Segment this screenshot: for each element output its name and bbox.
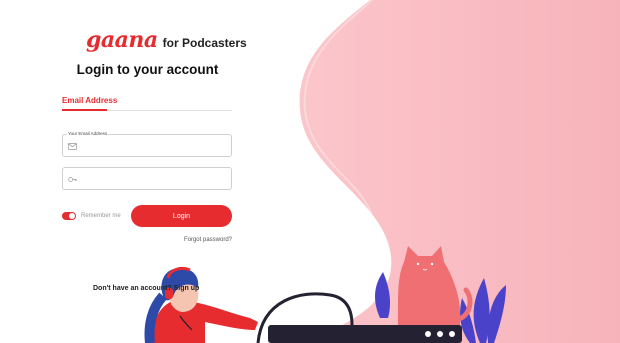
email-field[interactable]: Your Email Address xyxy=(62,130,232,157)
toggle-knob xyxy=(69,213,75,219)
cat-figure xyxy=(398,246,473,330)
remember-me-label: Remember me xyxy=(81,213,121,219)
key-icon xyxy=(68,177,77,182)
password-input[interactable] xyxy=(81,170,226,187)
mail-icon xyxy=(68,142,77,151)
pink-blob xyxy=(299,0,620,343)
password-field[interactable] xyxy=(62,167,232,190)
plant-leaves xyxy=(374,272,506,343)
brand-logo[interactable]: gaana for Podcasters xyxy=(86,27,247,53)
gaana-logo: gaana xyxy=(86,27,158,53)
forgot-password-link[interactable]: Forgot password? xyxy=(150,237,232,243)
woman-figure xyxy=(144,266,258,343)
signup-prompt[interactable]: Don't have an account? Sign up xyxy=(93,285,199,292)
email-field-label: Your Email Address xyxy=(67,130,109,137)
logo-subtitle: for Podcasters xyxy=(162,36,247,50)
login-button[interactable]: Login xyxy=(131,205,232,227)
remember-me-toggle[interactable] xyxy=(62,212,76,220)
desk-screen xyxy=(256,292,462,343)
pink-blob-highlight xyxy=(303,0,373,216)
email-input[interactable] xyxy=(81,137,226,154)
tab-email-address[interactable]: Email Address xyxy=(62,96,117,105)
page-title: Login to your account xyxy=(76,62,219,77)
tab-active-indicator xyxy=(62,109,107,111)
